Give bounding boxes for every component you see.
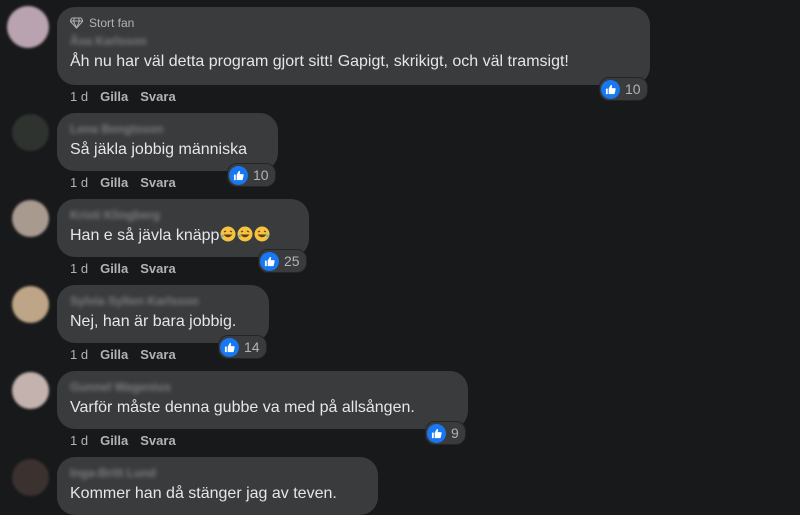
timestamp[interactable]: 1 d [70, 175, 88, 190]
reply-button[interactable]: Svara [140, 433, 175, 448]
reaction-count[interactable]: 25 [258, 249, 307, 273]
avatar[interactable] [12, 459, 49, 496]
thumbs-up-icon [427, 423, 446, 443]
like-button[interactable]: Gilla [100, 261, 128, 276]
reaction-count[interactable]: 14 [218, 335, 267, 359]
author-name[interactable]: Sylvia Sylten Karlsson [70, 294, 256, 308]
comment-actions: 1 d Gilla Svara [70, 433, 176, 448]
reaction-number: 25 [284, 253, 300, 269]
thumbs-up-icon [601, 79, 620, 99]
timestamp[interactable]: 1 d [70, 89, 88, 104]
thumbs-up-icon [229, 165, 248, 185]
timestamp[interactable]: 1 d [70, 261, 88, 276]
comment-text: Han e så jävla knäpp [70, 226, 296, 246]
comment-bubble: Inga-Britt Lund Kommer han då stänger ja… [57, 457, 378, 515]
timestamp[interactable]: 1 d [70, 347, 88, 362]
reaction-number: 10 [625, 81, 641, 97]
reply-button[interactable]: Svara [140, 261, 175, 276]
author-name[interactable]: Lena Bengtsson [70, 122, 265, 136]
diamond-icon [69, 17, 84, 30]
like-button[interactable]: Gilla [100, 175, 128, 190]
reply-button[interactable]: Svara [140, 175, 175, 190]
reply-button[interactable]: Svara [140, 347, 175, 362]
comment-bubble: Stort fan Åsa Karlsson Åh nu har väl det… [57, 7, 650, 85]
laughing-emoji-icon [254, 226, 270, 242]
reaction-number: 10 [253, 167, 269, 183]
reaction-number: 9 [451, 425, 459, 441]
comment-text: Så jäkla jobbig människa [70, 141, 247, 158]
comment-text: Kommer han då stänger jag av teven. [70, 485, 337, 502]
fan-badge-label: Stort fan [89, 16, 135, 30]
avatar[interactable] [7, 6, 49, 48]
like-button[interactable]: Gilla [100, 433, 128, 448]
timestamp[interactable]: 1 d [70, 433, 88, 448]
reply-button[interactable]: Svara [140, 89, 175, 104]
reaction-count[interactable]: 10 [227, 163, 276, 187]
comment-actions: 1 d Gilla Svara [70, 89, 176, 104]
comment-text: Åh nu har väl detta program gjort sitt! … [70, 53, 569, 70]
comment-actions: 1 d Gilla Svara [70, 175, 176, 190]
author-name[interactable]: Åsa Karlsson [70, 34, 637, 48]
reaction-number: 14 [244, 339, 260, 355]
avatar[interactable] [12, 200, 49, 237]
author-name[interactable]: Gunnel Wagenius [70, 380, 455, 394]
comment-actions: 1 d Gilla Svara [70, 261, 176, 276]
comment-text-body: Han e så jävla knäpp [70, 227, 220, 244]
laughing-emoji-icon [237, 226, 253, 242]
fan-badge: Stort fan [69, 15, 637, 31]
laughing-emoji-icon [220, 226, 236, 242]
comment-text: Nej, han är bara jobbig. [70, 313, 237, 330]
comment-bubble: Gunnel Wagenius Varför måste denna gubbe… [57, 371, 468, 429]
reaction-count[interactable]: 9 [425, 421, 466, 445]
like-button[interactable]: Gilla [100, 89, 128, 104]
like-button[interactable]: Gilla [100, 347, 128, 362]
avatar[interactable] [12, 372, 49, 409]
thumbs-up-icon [260, 251, 279, 271]
author-name[interactable]: Inga-Britt Lund [70, 466, 365, 480]
author-name[interactable]: Kristi Klingberg [70, 208, 296, 222]
avatar[interactable] [12, 286, 49, 323]
thumbs-up-icon [220, 337, 239, 357]
comment-text: Varför måste denna gubbe va med på allså… [70, 399, 415, 416]
avatar[interactable] [12, 114, 49, 151]
comment-actions: 1 d Gilla Svara [70, 347, 176, 362]
reaction-count[interactable]: 10 [599, 77, 648, 101]
